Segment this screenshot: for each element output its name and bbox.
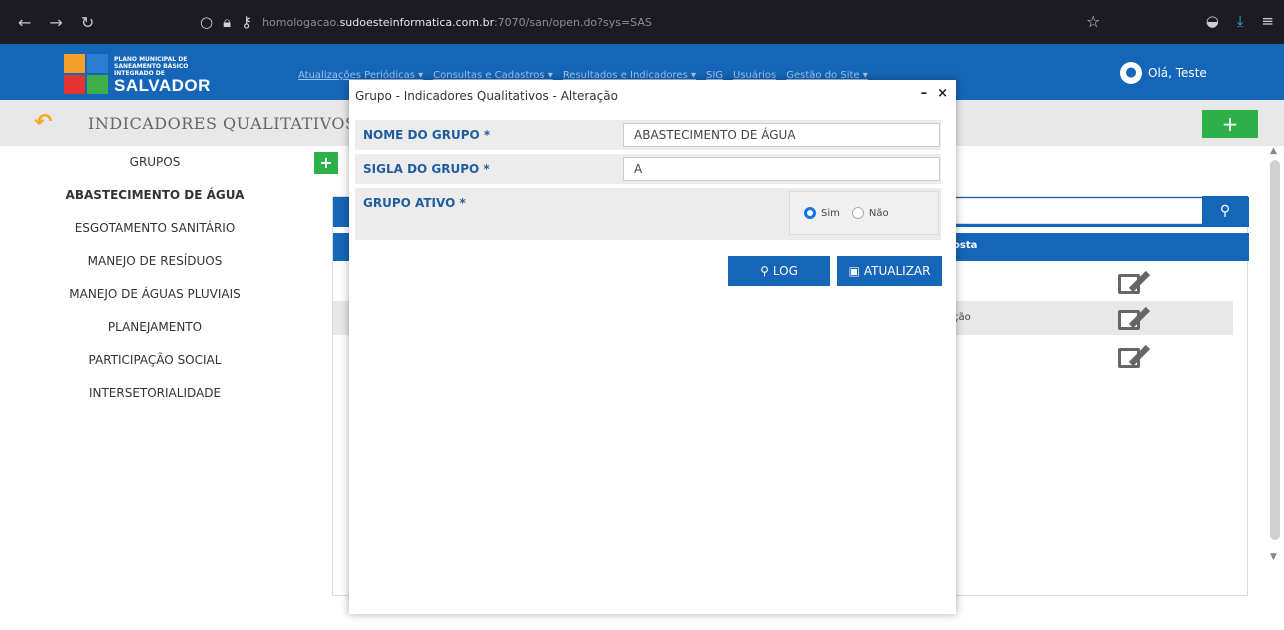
lock-icon: 🔒︎ xyxy=(223,13,232,31)
shield-icon: ○ xyxy=(200,13,214,31)
minimize-icon[interactable]: – xyxy=(921,86,928,101)
edit-group-dialog: Grupo - Indicadores Qualitativos - Alter… xyxy=(349,80,956,614)
log-button[interactable]: ⚲ LOG xyxy=(728,256,830,286)
scrollbar-thumb[interactable] xyxy=(1270,160,1280,540)
nome-grupo-input[interactable]: ABASTECIMENTO DE ÁGUA xyxy=(623,123,940,147)
url-text: homologacao.sudoesteinformatica.com.br:7… xyxy=(262,15,652,29)
page-scrollbar[interactable]: ▲ ▼ xyxy=(1268,146,1282,576)
logo-subtitle: PLANO MUNICIPAL DE SANEAMENTO BÁSICO INT… xyxy=(114,56,189,77)
edit-icon[interactable] xyxy=(1118,266,1151,296)
add-indicator-button[interactable]: + xyxy=(1202,110,1258,138)
address-bar[interactable]: ○ 🔒︎ ⚷ homologacao.sudoesteinformatica.c… xyxy=(200,9,1100,35)
edit-icon[interactable] xyxy=(1118,302,1151,332)
search-icon: ⚲ xyxy=(760,264,769,278)
sidebar-item-residuos[interactable]: MANEJO DE RESÍDUOS xyxy=(0,245,310,278)
sidebar-item-planejamento[interactable]: PLANEJAMENTO xyxy=(0,311,310,344)
radio-sim[interactable]: Sim xyxy=(804,207,840,219)
browser-right-icons: ◒ ⤓ ≡ xyxy=(1206,12,1274,30)
sidebar-item-abastecimento[interactable]: ABASTECIMENTO DE ÁGUA xyxy=(0,179,310,212)
radio-nao[interactable]: Não xyxy=(851,207,889,219)
sidebar-item-esgotamento[interactable]: ESGOTAMENTO SANITÁRIO xyxy=(0,212,310,245)
dialog-header: Grupo - Indicadores Qualitativos - Alter… xyxy=(349,80,956,112)
sidebar-item-participacao[interactable]: PARTICIPAÇÃO SOCIAL xyxy=(0,344,310,377)
undo-back-icon[interactable]: ↶ xyxy=(34,110,52,135)
sigla-grupo-label: SIGLA DO GRUPO * xyxy=(363,162,490,176)
search-input[interactable] xyxy=(952,198,1202,224)
scroll-up-icon[interactable]: ▲ xyxy=(1270,146,1277,156)
table-header-label: osta xyxy=(953,240,978,251)
form-row-nome: NOME DO GRUPO * ABASTECIMENTO DE ÁGUA xyxy=(355,120,941,150)
user-menu[interactable]: ● Olá, Teste xyxy=(1120,62,1207,84)
sidebar-item-intersetorialidade[interactable]: INTERSETORIALIDADE xyxy=(0,377,310,410)
site-logo[interactable]: PLANO MUNICIPAL DE SANEAMENTO BÁSICO INT… xyxy=(64,52,214,96)
back-arrow-icon[interactable]: ← xyxy=(18,13,31,32)
edit-icon[interactable] xyxy=(1118,340,1151,370)
download-icon[interactable]: ⤓ xyxy=(1237,12,1244,30)
forward-arrow-icon[interactable]: → xyxy=(49,13,62,32)
bookmark-star-icon[interactable]: ☆ xyxy=(1086,12,1100,31)
form-row-ativo: GRUPO ATIVO * Sim Não xyxy=(355,188,941,240)
save-icon: ▣ xyxy=(848,264,860,278)
add-group-button[interactable]: + xyxy=(314,152,338,174)
key-icon: ⚷ xyxy=(241,13,253,31)
form-row-sigla: SIGLA DO GRUPO * A xyxy=(355,154,941,184)
user-avatar-icon: ● xyxy=(1120,62,1142,84)
logo-title: SALVADOR xyxy=(114,76,211,95)
atualizar-button[interactable]: ▣ ATUALIZAR xyxy=(837,256,942,286)
radio-sim-label: Sim xyxy=(821,207,840,219)
group-sidebar: GRUPOS ABASTECIMENTO DE ÁGUA ESGOTAMENTO… xyxy=(0,146,310,410)
radio-nao-label: Não xyxy=(868,207,889,219)
browser-toolbar: ← → ↻ ○ 🔒︎ ⚷ homologacao.sudoesteinforma… xyxy=(0,0,1284,44)
search-button[interactable]: ⚲ xyxy=(1202,196,1248,226)
pocket-icon[interactable]: ◒ xyxy=(1206,12,1219,30)
reload-icon[interactable]: ↻ xyxy=(81,13,94,32)
nome-grupo-label: NOME DO GRUPO * xyxy=(363,128,491,142)
grupo-ativo-label: GRUPO ATIVO * xyxy=(363,196,466,210)
radio-sim-dot[interactable] xyxy=(804,207,816,219)
search-icon: ⚲ xyxy=(1219,203,1231,219)
user-greeting: Olá, Teste xyxy=(1148,66,1207,80)
grupo-ativo-radio-group: Sim Não xyxy=(789,191,939,235)
page-title: INDICADORES QUALITATIVOS xyxy=(88,114,357,133)
dialog-title: Grupo - Indicadores Qualitativos - Alter… xyxy=(355,89,618,103)
logo-tiles xyxy=(64,54,108,94)
radio-nao-dot[interactable] xyxy=(851,207,864,219)
browser-nav: ← → ↻ xyxy=(0,13,200,32)
scroll-down-icon[interactable]: ▼ xyxy=(1270,552,1277,562)
close-icon[interactable]: × xyxy=(937,86,948,101)
menu-icon[interactable]: ≡ xyxy=(1261,12,1274,30)
sidebar-header-grupos: GRUPOS xyxy=(129,155,181,169)
sidebar-item-aguas-pluviais[interactable]: MANEJO DE ÁGUAS PLUVIAIS xyxy=(0,278,310,311)
sigla-grupo-input[interactable]: A xyxy=(623,157,940,181)
